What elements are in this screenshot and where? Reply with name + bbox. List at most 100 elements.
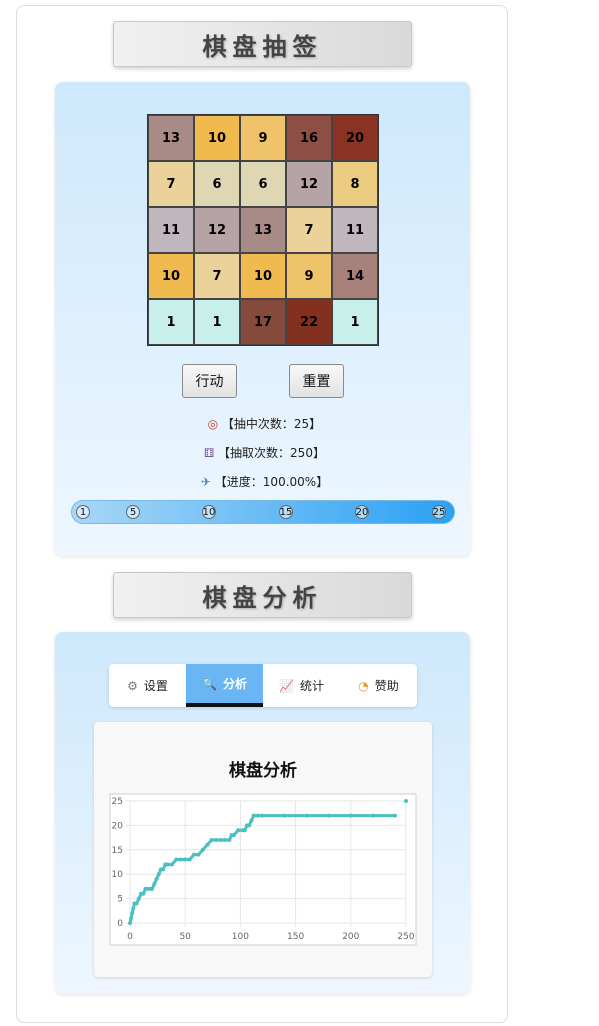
board-cell[interactable]: 12 xyxy=(286,161,332,207)
chart-point xyxy=(227,838,232,843)
action-button[interactable]: 行动 xyxy=(182,364,237,398)
analysis-section-title: 棋盘分析 xyxy=(113,572,412,618)
board-cell[interactable]: 20 xyxy=(332,115,378,161)
tab-label: 统计 xyxy=(299,679,324,693)
tab-settings[interactable]: ⚙ 设置 xyxy=(109,664,186,707)
chart-point xyxy=(187,857,192,862)
board-cell[interactable]: 9 xyxy=(240,115,286,161)
board-cell[interactable]: 16 xyxy=(286,115,332,161)
chart-point xyxy=(260,813,265,818)
board-cell[interactable]: 1 xyxy=(148,299,194,345)
board-cell[interactable]: 6 xyxy=(240,161,286,207)
chart-point xyxy=(129,916,134,921)
chart-point xyxy=(134,901,139,906)
progress-milestone: 15 xyxy=(279,505,293,519)
chart-point xyxy=(392,813,397,818)
chart-point xyxy=(205,842,210,847)
magnifier-icon: 🔍 xyxy=(202,676,217,691)
analysis-chart: 0 50 100 150 200 250 0 5 10 15 20 25 xyxy=(109,793,417,946)
chart-point xyxy=(183,857,188,862)
board-cell[interactable]: 1 xyxy=(194,299,240,345)
chart-point xyxy=(404,799,408,803)
board-cell[interactable]: 7 xyxy=(148,161,194,207)
chart-point xyxy=(304,813,309,818)
tab-analysis[interactable]: 🔍 分析 xyxy=(186,664,263,707)
chart-point xyxy=(231,833,236,838)
progress-milestone: 5 xyxy=(126,505,140,519)
progress-milestone: 20 xyxy=(355,505,369,519)
chart-point xyxy=(218,838,223,843)
tab-label: 设置 xyxy=(143,679,168,693)
board-cell[interactable]: 22 xyxy=(286,299,332,345)
board-cell[interactable]: 17 xyxy=(240,299,286,345)
draw-section-title: 棋盘抽签 xyxy=(113,21,412,67)
chart-point xyxy=(152,881,157,886)
hits-stat-text: 【抽中次数：25】 xyxy=(221,417,322,431)
chart-ytick-label: 5 xyxy=(117,895,123,905)
chart-point xyxy=(200,847,205,852)
chart-point xyxy=(247,823,252,828)
chart-point xyxy=(154,877,159,882)
chart-point xyxy=(156,872,161,877)
board-cell[interactable]: 13 xyxy=(148,115,194,161)
progress-stat: ✈ 【进度：100.00%】 xyxy=(0,473,527,490)
progress-milestone: 1 xyxy=(76,505,90,519)
progress-milestone: 10 xyxy=(202,505,216,519)
chart-point xyxy=(178,857,183,862)
board-cell[interactable]: 1 xyxy=(332,299,378,345)
gear-icon: ⚙ xyxy=(127,678,138,693)
chart-point xyxy=(131,906,136,911)
board-cell[interactable]: 10 xyxy=(240,253,286,299)
draws-stat-text: 【抽取次数：250】 xyxy=(218,446,325,460)
chart-xtick-label: 0 xyxy=(127,932,133,942)
chart-point xyxy=(249,818,254,823)
chart-point xyxy=(256,813,261,818)
board-cell[interactable]: 8 xyxy=(332,161,378,207)
progress-bar: 1 5 10 15 20 25 xyxy=(71,500,455,524)
chart-ytick-label: 15 xyxy=(112,846,123,856)
chart-ytick-label: 25 xyxy=(112,797,123,807)
board-cell[interactable]: 10 xyxy=(148,253,194,299)
draws-stat: ⚅ 【抽取次数：250】 xyxy=(0,444,527,461)
chart-point xyxy=(236,828,241,833)
tab-label: 分析 xyxy=(222,677,247,691)
tab-label: 赞助 xyxy=(374,679,399,693)
chart-card: 棋盘分析 0 50 100 150 200 250 0 5 10 15 20 25 xyxy=(94,722,432,977)
chart-point xyxy=(196,852,201,857)
chart-point xyxy=(242,828,247,833)
progress-stat-text: 【进度：100.00%】 xyxy=(214,475,329,489)
chart-xtick-label: 150 xyxy=(287,932,304,942)
chart-point xyxy=(282,813,287,818)
chart-xtick-label: 200 xyxy=(342,932,359,942)
board-cell[interactable]: 14 xyxy=(332,253,378,299)
chart-point xyxy=(130,911,135,916)
tab-sponsor[interactable]: ◔ 赞助 xyxy=(340,664,417,707)
board-cell[interactable]: 7 xyxy=(286,207,332,253)
chart-xtick-label: 250 xyxy=(397,932,414,942)
chart-point xyxy=(174,857,179,862)
chart-point xyxy=(326,813,331,818)
chart-point xyxy=(192,852,197,857)
chart-ytick-label: 20 xyxy=(112,821,124,831)
chart-ytick-label: 0 xyxy=(117,919,123,929)
board-cell[interactable]: 12 xyxy=(194,207,240,253)
chart-point xyxy=(222,838,227,843)
board-cell[interactable]: 11 xyxy=(332,207,378,253)
chart-ytick-label: 10 xyxy=(112,870,124,880)
analysis-tabs: ⚙ 设置 🔍 分析 📈 统计 ◔ 赞助 xyxy=(109,664,417,707)
board-cell[interactable]: 10 xyxy=(194,115,240,161)
board-cell[interactable]: 9 xyxy=(286,253,332,299)
board-cell[interactable]: 6 xyxy=(194,161,240,207)
tab-statistics[interactable]: 📈 统计 xyxy=(263,664,340,707)
chart-point xyxy=(150,886,155,891)
reset-button[interactable]: 重置 xyxy=(289,364,344,398)
chart-point xyxy=(370,813,375,818)
chart-point xyxy=(169,862,174,867)
chart-point xyxy=(165,862,170,867)
board-cell[interactable]: 7 xyxy=(194,253,240,299)
chart-point xyxy=(128,921,132,925)
board-cell[interactable]: 11 xyxy=(148,207,194,253)
dice-icon: ⚅ xyxy=(203,446,215,460)
board-cell[interactable]: 13 xyxy=(240,207,286,253)
donut-icon: ◔ xyxy=(358,678,369,693)
